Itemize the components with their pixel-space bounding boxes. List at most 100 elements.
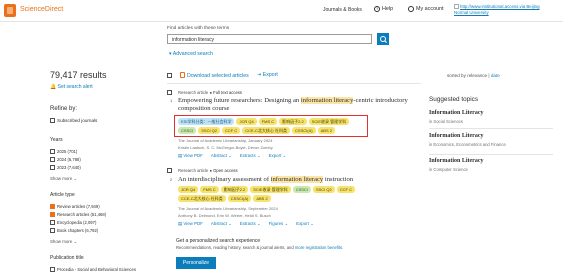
- checkbox[interactable]: [50, 267, 55, 272]
- checkbox[interactable]: [50, 165, 55, 170]
- personalize-button[interactable]: Personalize: [176, 257, 216, 269]
- checkbox[interactable]: [50, 157, 55, 162]
- badge: ABS 2: [317, 127, 335, 134]
- title-highlight: information literacy: [300, 97, 354, 104]
- export-toggle[interactable]: Export ⌄: [269, 153, 287, 159]
- badge: CSSCI(A): [292, 127, 316, 134]
- show-more-article-types[interactable]: Show more ⌄: [50, 239, 77, 245]
- title-part: instruction: [323, 176, 354, 183]
- brand-name[interactable]: ScienceDirect: [20, 6, 63, 13]
- result-type: Research article ● Open access: [178, 168, 238, 173]
- sort-relevance[interactable]: sorted by relevance |: [447, 73, 491, 78]
- subscribed-journals-filter[interactable]: Subscribed journals: [50, 118, 97, 123]
- result-number: 1: [170, 98, 173, 103]
- extracts-label: Extracts: [239, 153, 256, 158]
- year-label: 2024 (6,788): [57, 157, 81, 162]
- access-label: Open access: [213, 168, 238, 173]
- publication-label: Procedia - Social and Behavioral Science…: [57, 267, 136, 272]
- result-checkbox[interactable]: [167, 168, 174, 174]
- export-toggle[interactable]: Export ⌄: [296, 221, 314, 227]
- year-filter[interactable]: 2024 (6,788): [50, 157, 81, 162]
- search-button[interactable]: [377, 33, 389, 45]
- publication-filter[interactable]: Procedia - Social and Behavioral Science…: [50, 267, 136, 272]
- year-filter[interactable]: 2025 (701): [50, 149, 77, 154]
- divider: [167, 83, 421, 84]
- badge: CCF C: [222, 127, 241, 134]
- journal-info: The Journal of Academic Librarianship, S…: [178, 206, 278, 211]
- abstract-label: Abstract: [210, 221, 227, 226]
- title-highlight: information literacy: [270, 176, 324, 183]
- figures-toggle[interactable]: Figures ⌄: [269, 221, 289, 227]
- show-more-years[interactable]: Show more ⌄: [50, 176, 77, 182]
- account-label: My account: [416, 6, 444, 12]
- topic-link[interactable]: Information Literacy: [429, 133, 484, 139]
- advanced-search-link[interactable]: ▾ Advanced search: [169, 51, 213, 57]
- account-link[interactable]: My account: [408, 6, 444, 12]
- extracts-label: Extracts: [239, 221, 256, 226]
- advanced-search-label: Advanced search: [172, 51, 213, 57]
- topic-link[interactable]: Information Literacy: [429, 110, 484, 116]
- journals-books-link[interactable]: Journals & Books: [323, 7, 362, 13]
- badge: 影响因子2.2: [220, 186, 249, 193]
- article-type-filter[interactable]: Review articles (7,949): [50, 204, 100, 209]
- checkbox[interactable]: [167, 168, 172, 173]
- topic-subject: in Economics, Econometrics and Finance: [429, 142, 506, 147]
- sort-control[interactable]: sorted by relevance | date: [447, 73, 500, 78]
- checkbox[interactable]: [50, 220, 55, 225]
- result-actions: ▤ View PDF Abstract ⌄ Extracts ⌄ Export …: [178, 153, 286, 159]
- badge: ABS 2: [253, 195, 271, 202]
- article-type-filter[interactable]: Book chapters (6,792): [50, 228, 98, 233]
- search-input[interactable]: information literacy: [167, 34, 372, 44]
- help-label: Help: [382, 6, 394, 12]
- article-type-filter[interactable]: Encyclopedia (2,097): [50, 220, 96, 225]
- abstract-toggle[interactable]: Abstract ⌄: [211, 221, 232, 227]
- article-type-filter[interactable]: Research articles (51,468): [50, 212, 106, 217]
- checkbox[interactable]: [167, 90, 172, 95]
- year-filter[interactable]: 2023 (7,640): [50, 165, 81, 170]
- result-checkbox[interactable]: [167, 90, 174, 96]
- title-part: Empowering future researchers: Designing…: [178, 97, 301, 104]
- registration-benefits-link[interactable]: more registration benefits.: [295, 245, 343, 250]
- topic-link[interactable]: Information Literacy: [429, 158, 484, 164]
- extracts-toggle[interactable]: Extracts ⌄: [240, 153, 261, 159]
- set-search-alert-link[interactable]: 🔔 Set search alert: [50, 84, 93, 90]
- result-number: 2: [170, 177, 173, 182]
- select-all-checkbox[interactable]: [167, 73, 174, 79]
- sort-date-link[interactable]: date: [491, 73, 500, 78]
- export-label: Export: [296, 221, 309, 226]
- access-dot-icon: ●: [209, 168, 212, 173]
- authors: Kristin Laatsch, S. C. McGregor-Boyle, D…: [178, 145, 273, 150]
- figures-label: Figures: [268, 221, 284, 226]
- badge: SSCI Q2: [198, 127, 221, 134]
- personalize-text: Recommendations, reading history, search…: [176, 245, 295, 250]
- publication-title-heading: Publication title: [50, 255, 84, 261]
- abstract-toggle[interactable]: Abstract ⌄: [211, 153, 232, 159]
- suggested-topics-heading: Suggested topics: [429, 96, 479, 103]
- result-title[interactable]: Empowering future researchers: Designing…: [178, 97, 423, 113]
- result-title[interactable]: An interdisciplinary assessment of infor…: [178, 176, 423, 184]
- divider: [429, 154, 553, 155]
- abstract-label: Abstract: [210, 153, 227, 158]
- results-count: 79,417 results: [50, 70, 107, 80]
- badge: CCE-C北大核心 社科类: [178, 195, 226, 202]
- badge-list: JCR Q4 FMS C 影响因子2.2 SCIE收录 管理学科 CSSCI S…: [178, 186, 368, 202]
- view-pdf-link[interactable]: ▤ View PDF: [178, 153, 203, 159]
- checkbox[interactable]: [50, 228, 55, 233]
- download-selected-button[interactable]: Download selected articles: [180, 72, 249, 79]
- checkbox[interactable]: [167, 73, 172, 78]
- export-label: Export: [262, 72, 278, 78]
- chevron-down-icon: ⌄: [72, 239, 78, 244]
- checkbox-checked[interactable]: [50, 212, 55, 217]
- checkbox[interactable]: [50, 149, 55, 154]
- help-link[interactable]: Help: [374, 6, 393, 12]
- institution-link[interactable]: http://www.institutional.access.via Beij…: [454, 4, 544, 15]
- checkbox-checked[interactable]: [50, 204, 55, 209]
- extracts-toggle[interactable]: Extracts ⌄: [240, 221, 261, 227]
- elsevier-logo-icon[interactable]: [4, 4, 16, 17]
- checkbox[interactable]: [50, 118, 55, 123]
- article-type-heading: Article type: [50, 192, 75, 198]
- export-button[interactable]: ⇥ Export: [257, 72, 278, 78]
- help-icon: [374, 6, 380, 12]
- authors: Anthony B. Delmond, Erin W. Weber, Heidi…: [178, 213, 271, 218]
- view-pdf-link[interactable]: ▤ View PDF: [178, 221, 203, 227]
